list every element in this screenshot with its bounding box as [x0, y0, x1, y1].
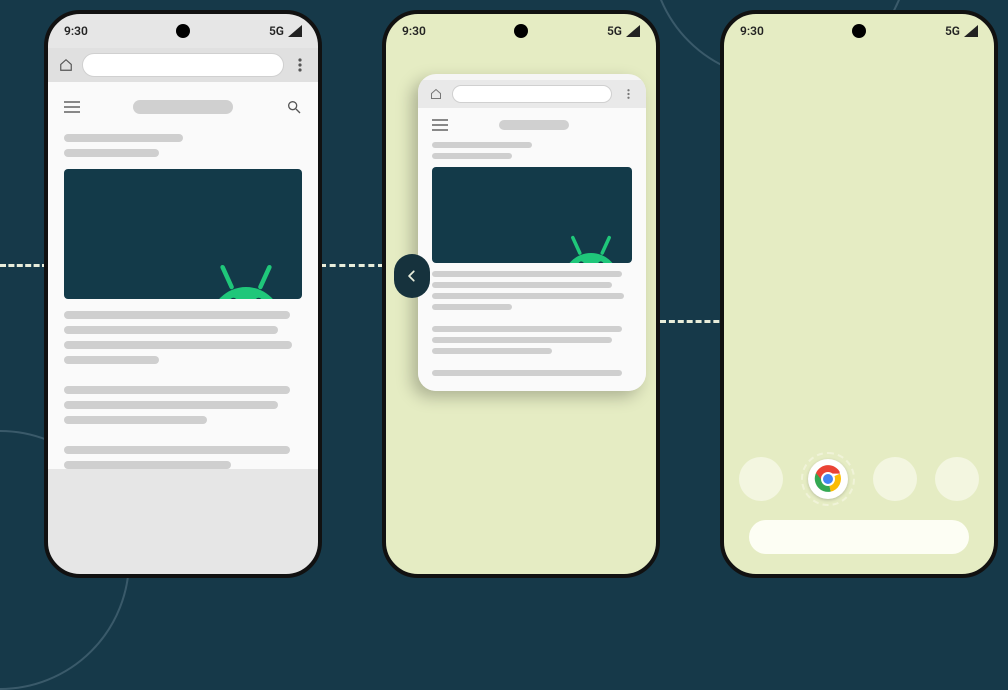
camera-notch [852, 24, 866, 38]
text-line [64, 356, 159, 364]
text-line [64, 149, 159, 157]
phone-home: 9:30 5G [720, 10, 998, 578]
dock-app-4[interactable] [935, 457, 979, 501]
more-icon [620, 86, 636, 102]
home-icon[interactable] [58, 57, 74, 73]
more-icon[interactable] [292, 57, 308, 73]
text-line [432, 370, 622, 376]
status-network: 5G [607, 24, 622, 38]
back-button[interactable] [394, 254, 430, 298]
search-icon[interactable] [286, 99, 302, 115]
text-line [64, 341, 292, 349]
chevron-left-icon [405, 268, 419, 284]
browser-toolbar [48, 48, 318, 82]
text-line [64, 311, 290, 319]
chrome-app-icon[interactable] [808, 459, 848, 499]
address-bar [452, 85, 612, 103]
text-line [432, 153, 512, 159]
text-line [64, 326, 278, 334]
web-page-content [48, 82, 318, 469]
hamburger-icon[interactable] [64, 101, 80, 113]
focused-app-ring [801, 452, 855, 506]
phone-browser: 9:30 5G [44, 10, 322, 578]
signal-icon [626, 25, 640, 37]
status-time: 9:30 [740, 24, 764, 38]
hamburger-icon [432, 119, 448, 131]
text-line [432, 326, 622, 332]
dock-app-1[interactable] [739, 457, 783, 501]
flow-dash-1 [0, 264, 48, 267]
camera-notch [514, 24, 528, 38]
status-time: 9:30 [64, 24, 88, 38]
dock-app-3[interactable] [873, 457, 917, 501]
text-line [432, 271, 622, 277]
phone-overview: 9:30 5G [382, 10, 660, 578]
android-robot-icon [556, 225, 626, 263]
card-toolbar [418, 80, 646, 108]
signal-icon [288, 25, 302, 37]
home-icon [428, 86, 444, 102]
text-line [432, 348, 552, 354]
text-line [64, 461, 231, 469]
android-robot-icon [200, 251, 292, 299]
text-line [64, 401, 278, 409]
hero-image [64, 169, 302, 299]
recents-card[interactable] [418, 74, 646, 391]
text-line [432, 304, 512, 310]
status-time: 9:30 [402, 24, 426, 38]
page-title-placeholder [133, 100, 233, 114]
text-line [432, 282, 612, 288]
home-search-bar[interactable] [749, 520, 969, 554]
text-line [432, 337, 612, 343]
hero-image [432, 167, 632, 263]
text-line [432, 293, 624, 299]
address-bar[interactable] [82, 53, 284, 77]
text-line [432, 142, 532, 148]
home-dock [724, 452, 994, 554]
card-page-content [418, 108, 646, 391]
status-network: 5G [945, 24, 960, 38]
text-line [64, 134, 183, 142]
text-line [64, 416, 207, 424]
page-title-placeholder [499, 120, 569, 130]
flow-dash-2 [320, 264, 384, 267]
text-line [64, 386, 290, 394]
signal-icon [964, 25, 978, 37]
text-line [64, 446, 290, 454]
camera-notch [176, 24, 190, 38]
status-network: 5G [269, 24, 284, 38]
